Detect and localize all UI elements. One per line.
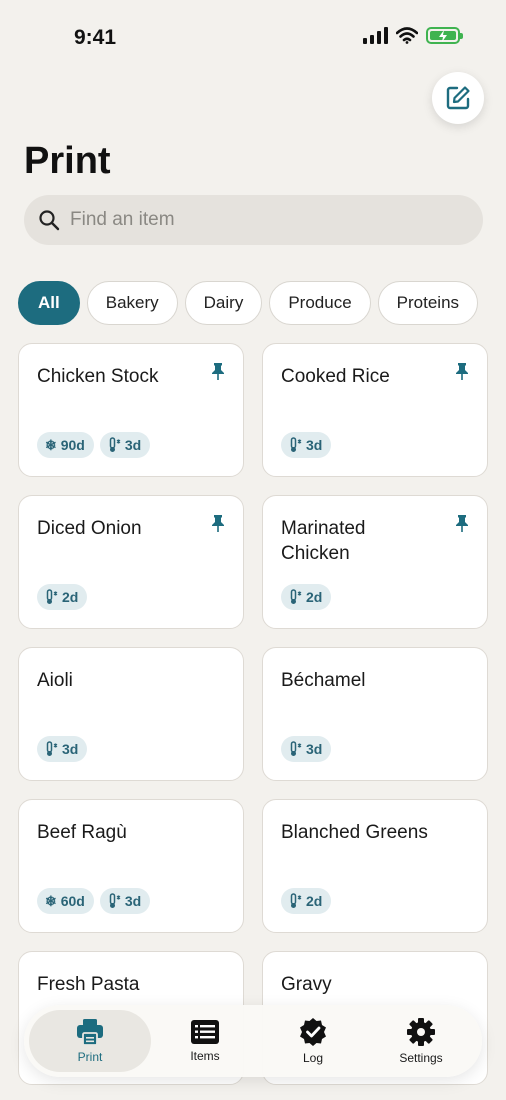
item-name: Diced Onion — [37, 518, 142, 539]
status-time: 9:41 — [74, 26, 117, 49]
pin-icon[interactable] — [455, 362, 469, 380]
filter-chip-all[interactable]: All — [18, 281, 80, 325]
tab-print[interactable]: Print — [29, 1010, 151, 1072]
fridge-badge: 3d — [37, 736, 88, 762]
item-name: Marinated Chicken — [281, 518, 366, 564]
pin-icon[interactable] — [211, 362, 225, 380]
page-title: Print — [24, 140, 111, 182]
filter-chip-proteins[interactable]: Proteins — [377, 281, 479, 325]
item-card-bechamel[interactable]: Béchamel 3d — [262, 647, 488, 781]
item-name: Chicken Stock — [37, 366, 159, 387]
search-bar[interactable] — [24, 195, 483, 245]
thermometer-icon — [46, 589, 58, 604]
gear-icon — [407, 1018, 435, 1046]
wifi-icon — [396, 27, 418, 44]
fridge-badge: 2d — [281, 888, 332, 914]
item-card-chicken-stock[interactable]: Chicken Stock ❄ 90d 3d — [18, 343, 244, 477]
tab-log[interactable]: Log — [259, 1010, 367, 1072]
search-icon — [39, 210, 60, 231]
thermometer-icon — [109, 893, 121, 908]
item-card-marinated-chicken[interactable]: Marinated Chicken 2d — [262, 495, 488, 629]
item-card-diced-onion[interactable]: Diced Onion 2d — [18, 495, 244, 629]
item-card-cooked-rice[interactable]: Cooked Rice 3d — [262, 343, 488, 477]
fridge-badge: 3d — [281, 432, 332, 458]
check-badge-icon — [300, 1018, 326, 1046]
thermometer-icon — [109, 437, 121, 452]
freezer-badge: ❄ 60d — [37, 888, 94, 914]
thermometer-icon — [46, 741, 58, 756]
search-input[interactable] — [70, 209, 450, 231]
signal-icon — [363, 27, 388, 44]
thermometer-icon — [290, 437, 302, 452]
fridge-badge: 2d — [37, 584, 88, 610]
item-name: Blanched Greens — [281, 822, 428, 843]
item-name: Fresh Pasta — [37, 974, 140, 995]
filter-chip-bakery[interactable]: Bakery — [86, 281, 178, 325]
item-name: Cooked Rice — [281, 366, 390, 387]
tab-label: Log — [302, 1051, 324, 1065]
compose-button[interactable] — [432, 72, 484, 124]
tab-settings[interactable]: Settings — [367, 1010, 475, 1072]
thermometer-icon — [290, 893, 302, 908]
fridge-badge: 3d — [99, 432, 151, 458]
filter-chips: All Bakery Dairy Produce Proteins — [18, 281, 479, 325]
status-icons — [363, 27, 463, 44]
filter-chip-produce[interactable]: Produce — [269, 281, 371, 325]
printer-icon — [77, 1019, 103, 1046]
tab-items[interactable]: Items — [151, 1010, 259, 1072]
item-name: Aioli — [37, 670, 73, 691]
compose-icon — [446, 86, 470, 110]
battery-icon — [426, 27, 463, 44]
tab-label: Items — [190, 1049, 220, 1063]
freezer-badge: ❄ 90d — [37, 432, 94, 458]
filter-chip-dairy[interactable]: Dairy — [184, 281, 263, 325]
fridge-badge: 3d — [281, 736, 332, 762]
pin-icon[interactable] — [211, 514, 225, 532]
tab-label: Print — [77, 1050, 103, 1064]
fridge-badge: 2d — [281, 584, 332, 610]
snowflake-icon: ❄ — [45, 436, 57, 453]
snowflake-icon: ❄ — [45, 892, 57, 909]
tab-label: Settings — [399, 1051, 443, 1065]
item-name: Beef Ragù — [37, 822, 127, 843]
list-icon — [191, 1020, 219, 1044]
thermometer-icon — [290, 589, 302, 604]
thermometer-icon — [290, 741, 302, 756]
fridge-badge: 3d — [99, 888, 151, 914]
tab-bar: Print Items Log Settings — [24, 1005, 482, 1077]
item-card-blanched-greens[interactable]: Blanched Greens 2d — [262, 799, 488, 933]
status-bar: 9:41 — [0, 0, 506, 60]
item-card-aioli[interactable]: Aioli 3d — [18, 647, 244, 781]
item-name: Gravy — [281, 974, 332, 995]
pin-icon[interactable] — [455, 514, 469, 532]
item-name: Béchamel — [281, 670, 366, 691]
item-card-beef-ragu[interactable]: Beef Ragù ❄ 60d 3d — [18, 799, 244, 933]
